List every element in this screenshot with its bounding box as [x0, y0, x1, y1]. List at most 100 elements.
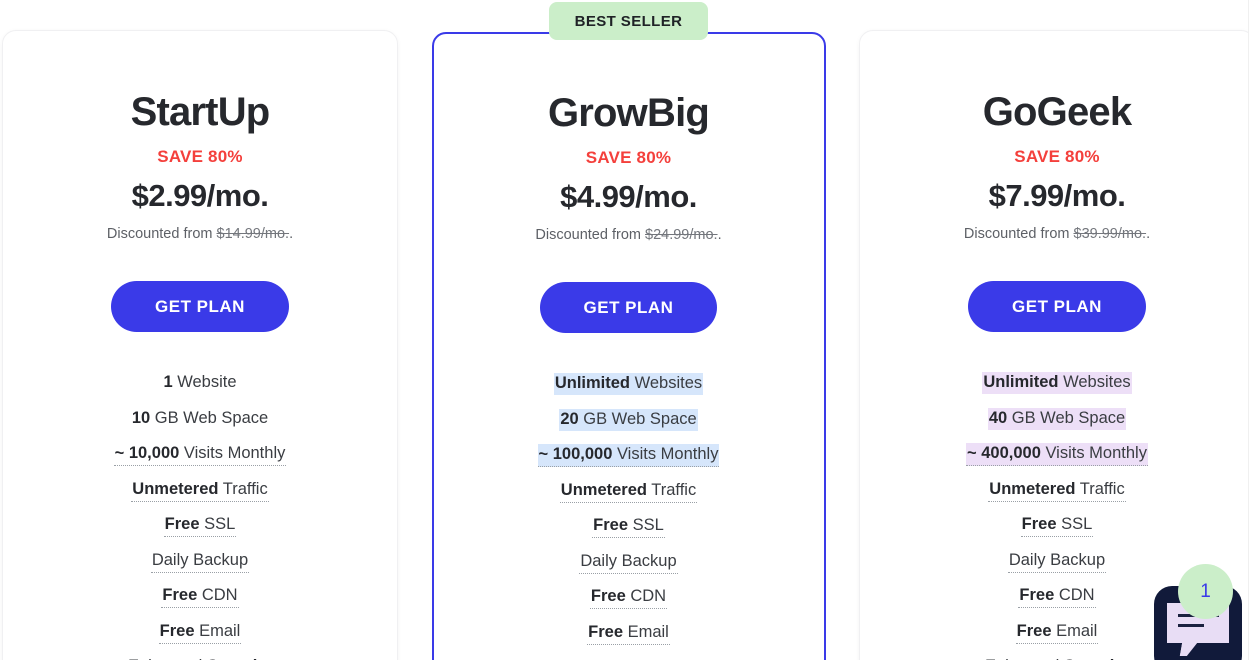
feature-text: ~ 100,000 Visits Monthly	[537, 444, 720, 467]
feature-text: 1 Website	[162, 372, 237, 394]
feature-rest: Email	[623, 622, 669, 641]
feature-text: Free Email	[587, 621, 670, 645]
page-scrollbar[interactable]	[1248, 0, 1257, 660]
feature-text: Enhanced Security	[983, 656, 1131, 660]
cta-wrap: GET PLAN	[860, 281, 1254, 332]
plan-card-growbig: BEST SELLER GrowBig SAVE 80% $4.99/mo. Disco…	[431, 2, 826, 660]
feature-rest: SSL	[1056, 515, 1093, 533]
chat-widget-button[interactable]: 1	[1154, 564, 1242, 660]
feature-strong: Free	[1021, 515, 1057, 533]
feature-rest: SSL	[199, 515, 236, 533]
feature-text: Free CDN	[589, 586, 668, 609]
feature-strong: Free	[590, 587, 626, 605]
plan-price: $2.99/mo.	[131, 178, 269, 213]
feature-item: 10 GB Web Space	[3, 408, 397, 427]
get-plan-button[interactable]: GET PLAN	[539, 282, 718, 333]
feature-strong: Free	[162, 586, 198, 604]
discount-prefix: Discounted from	[106, 226, 217, 242]
discount-prefix: Discounted from	[963, 226, 1074, 242]
feature-rest: CDN	[197, 586, 238, 604]
feature-item: Unlimited Websites	[860, 372, 1254, 394]
feature-strong: ~ 100,000	[538, 445, 613, 463]
feature-strong: ~ 400,000	[967, 444, 1041, 462]
feature-text: Free SSL	[163, 514, 237, 537]
feature-rest: Visits Monthly	[1040, 444, 1147, 462]
feature-strong: Free	[1019, 586, 1055, 604]
best-seller-badge: BEST SELLER	[548, 2, 709, 40]
feature-item[interactable]: ~ 400,000 Visits Monthly	[860, 443, 1254, 466]
feature-strong: 10	[131, 408, 151, 427]
plan-old-price: $14.99/mo.	[216, 226, 290, 242]
feature-item[interactable]: Free CDN	[3, 585, 397, 608]
feature-item: Unlimited Websites	[434, 373, 824, 395]
feature-strong: Unmetered	[989, 479, 1076, 498]
feature-rest: Visits Monthly	[612, 445, 719, 463]
plan-price: $7.99/mo.	[988, 178, 1126, 213]
discount-suffix: .	[1146, 226, 1151, 242]
feature-item[interactable]: Free Email	[3, 620, 397, 644]
plan-name: GoGeek	[982, 90, 1132, 134]
cta-wrap: GET PLAN	[3, 281, 397, 332]
feature-text: 40 GB Web Space	[987, 407, 1127, 430]
feature-strong: Unmetered	[560, 480, 647, 499]
pricing-plans-row: StartUp SAVE 80% $2.99/mo. Discounted from …	[0, 0, 1257, 660]
feature-item[interactable]: Free CDN	[434, 586, 824, 609]
best-seller-badge-wrap: BEST SELLER	[434, 2, 824, 40]
feature-item: 40 GB Web Space	[860, 407, 1254, 430]
feature-item[interactable]: ~ 100,000 Visits Monthly	[434, 444, 824, 467]
feature-strong: Unlimited	[983, 373, 1059, 391]
feature-text: Daily Backup	[579, 550, 678, 574]
feature-strong: Free	[1016, 621, 1052, 640]
feature-text: Daily Backup	[150, 549, 250, 573]
discount-suffix: .	[289, 226, 294, 242]
plan-name: GrowBig	[547, 91, 710, 135]
feature-rest: GB Web Space	[578, 409, 697, 428]
feature-text: Free SSL	[1020, 514, 1094, 537]
feature-item: 1 Website	[3, 374, 397, 391]
feature-item[interactable]: Free SSL	[434, 515, 824, 538]
plan-card-startup: StartUp SAVE 80% $2.99/mo. Discounted from …	[2, 30, 398, 660]
plan-name: StartUp	[130, 90, 271, 134]
feature-rest: Daily Backup	[151, 550, 249, 569]
plan-save-label: SAVE 80%	[157, 147, 243, 166]
feature-item[interactable]: Daily Backup	[3, 549, 397, 573]
plan-discount-line: Discounted from $14.99/mo..	[3, 226, 397, 242]
feature-rest: Websites	[630, 374, 703, 392]
plan-save-label: SAVE 80%	[585, 148, 672, 167]
feature-strong: Free	[593, 516, 629, 534]
feature-strong: 20	[560, 409, 579, 428]
feature-item[interactable]: Unmetered Traffic	[860, 478, 1254, 502]
get-plan-button[interactable]: GET PLAN	[968, 281, 1146, 332]
feature-strong: Unmetered	[132, 479, 219, 498]
feature-item[interactable]: Free Email	[434, 621, 824, 645]
feature-rest: Daily Backup	[1008, 550, 1106, 569]
feature-strong: ~ 10,000	[114, 444, 180, 462]
feature-rest: Traffic	[646, 480, 697, 499]
feature-rest: Email	[194, 621, 241, 640]
feature-text: Free Email	[1015, 620, 1099, 644]
feature-item[interactable]: Free SSL	[3, 514, 397, 537]
chat-bubble-line-2	[1178, 624, 1204, 627]
plan-price: $4.99/mo.	[560, 179, 697, 214]
feature-rest: Traffic	[1075, 479, 1125, 498]
feature-strong: 40	[988, 408, 1008, 427]
plan-feature-list: 1 Website 10 GB Web Space ~ 10,000 Visits …	[3, 374, 397, 660]
feature-item[interactable]: Unmetered Traffic	[434, 479, 824, 503]
plan-old-price: $39.99/mo.	[1073, 226, 1147, 242]
feature-strong: 1	[163, 373, 173, 391]
feature-text: ~ 400,000 Visits Monthly	[966, 443, 1148, 466]
feature-rest: Websites	[1058, 373, 1131, 391]
feature-item[interactable]: ~ 10,000 Visits Monthly	[3, 443, 397, 466]
feature-item[interactable]: Daily Backup	[434, 550, 824, 574]
feature-text: 20 GB Web Space	[559, 408, 698, 431]
feature-item[interactable]: Unmetered Traffic	[3, 478, 397, 502]
plan-old-price: $24.99/mo.	[645, 227, 718, 243]
feature-text: Free SSL	[592, 515, 665, 538]
feature-rest: Visits Monthly	[179, 444, 286, 462]
feature-item[interactable]: Free SSL	[860, 514, 1254, 537]
get-plan-button[interactable]: GET PLAN	[111, 281, 289, 332]
plan-feature-list: Unlimited Websites 20 GB Web Space ~ 100,0…	[434, 373, 824, 660]
discount-prefix: Discounted from	[535, 227, 645, 243]
feature-text: Enhanced Security	[126, 656, 274, 660]
feature-text: Unmetered Traffic	[559, 479, 698, 503]
